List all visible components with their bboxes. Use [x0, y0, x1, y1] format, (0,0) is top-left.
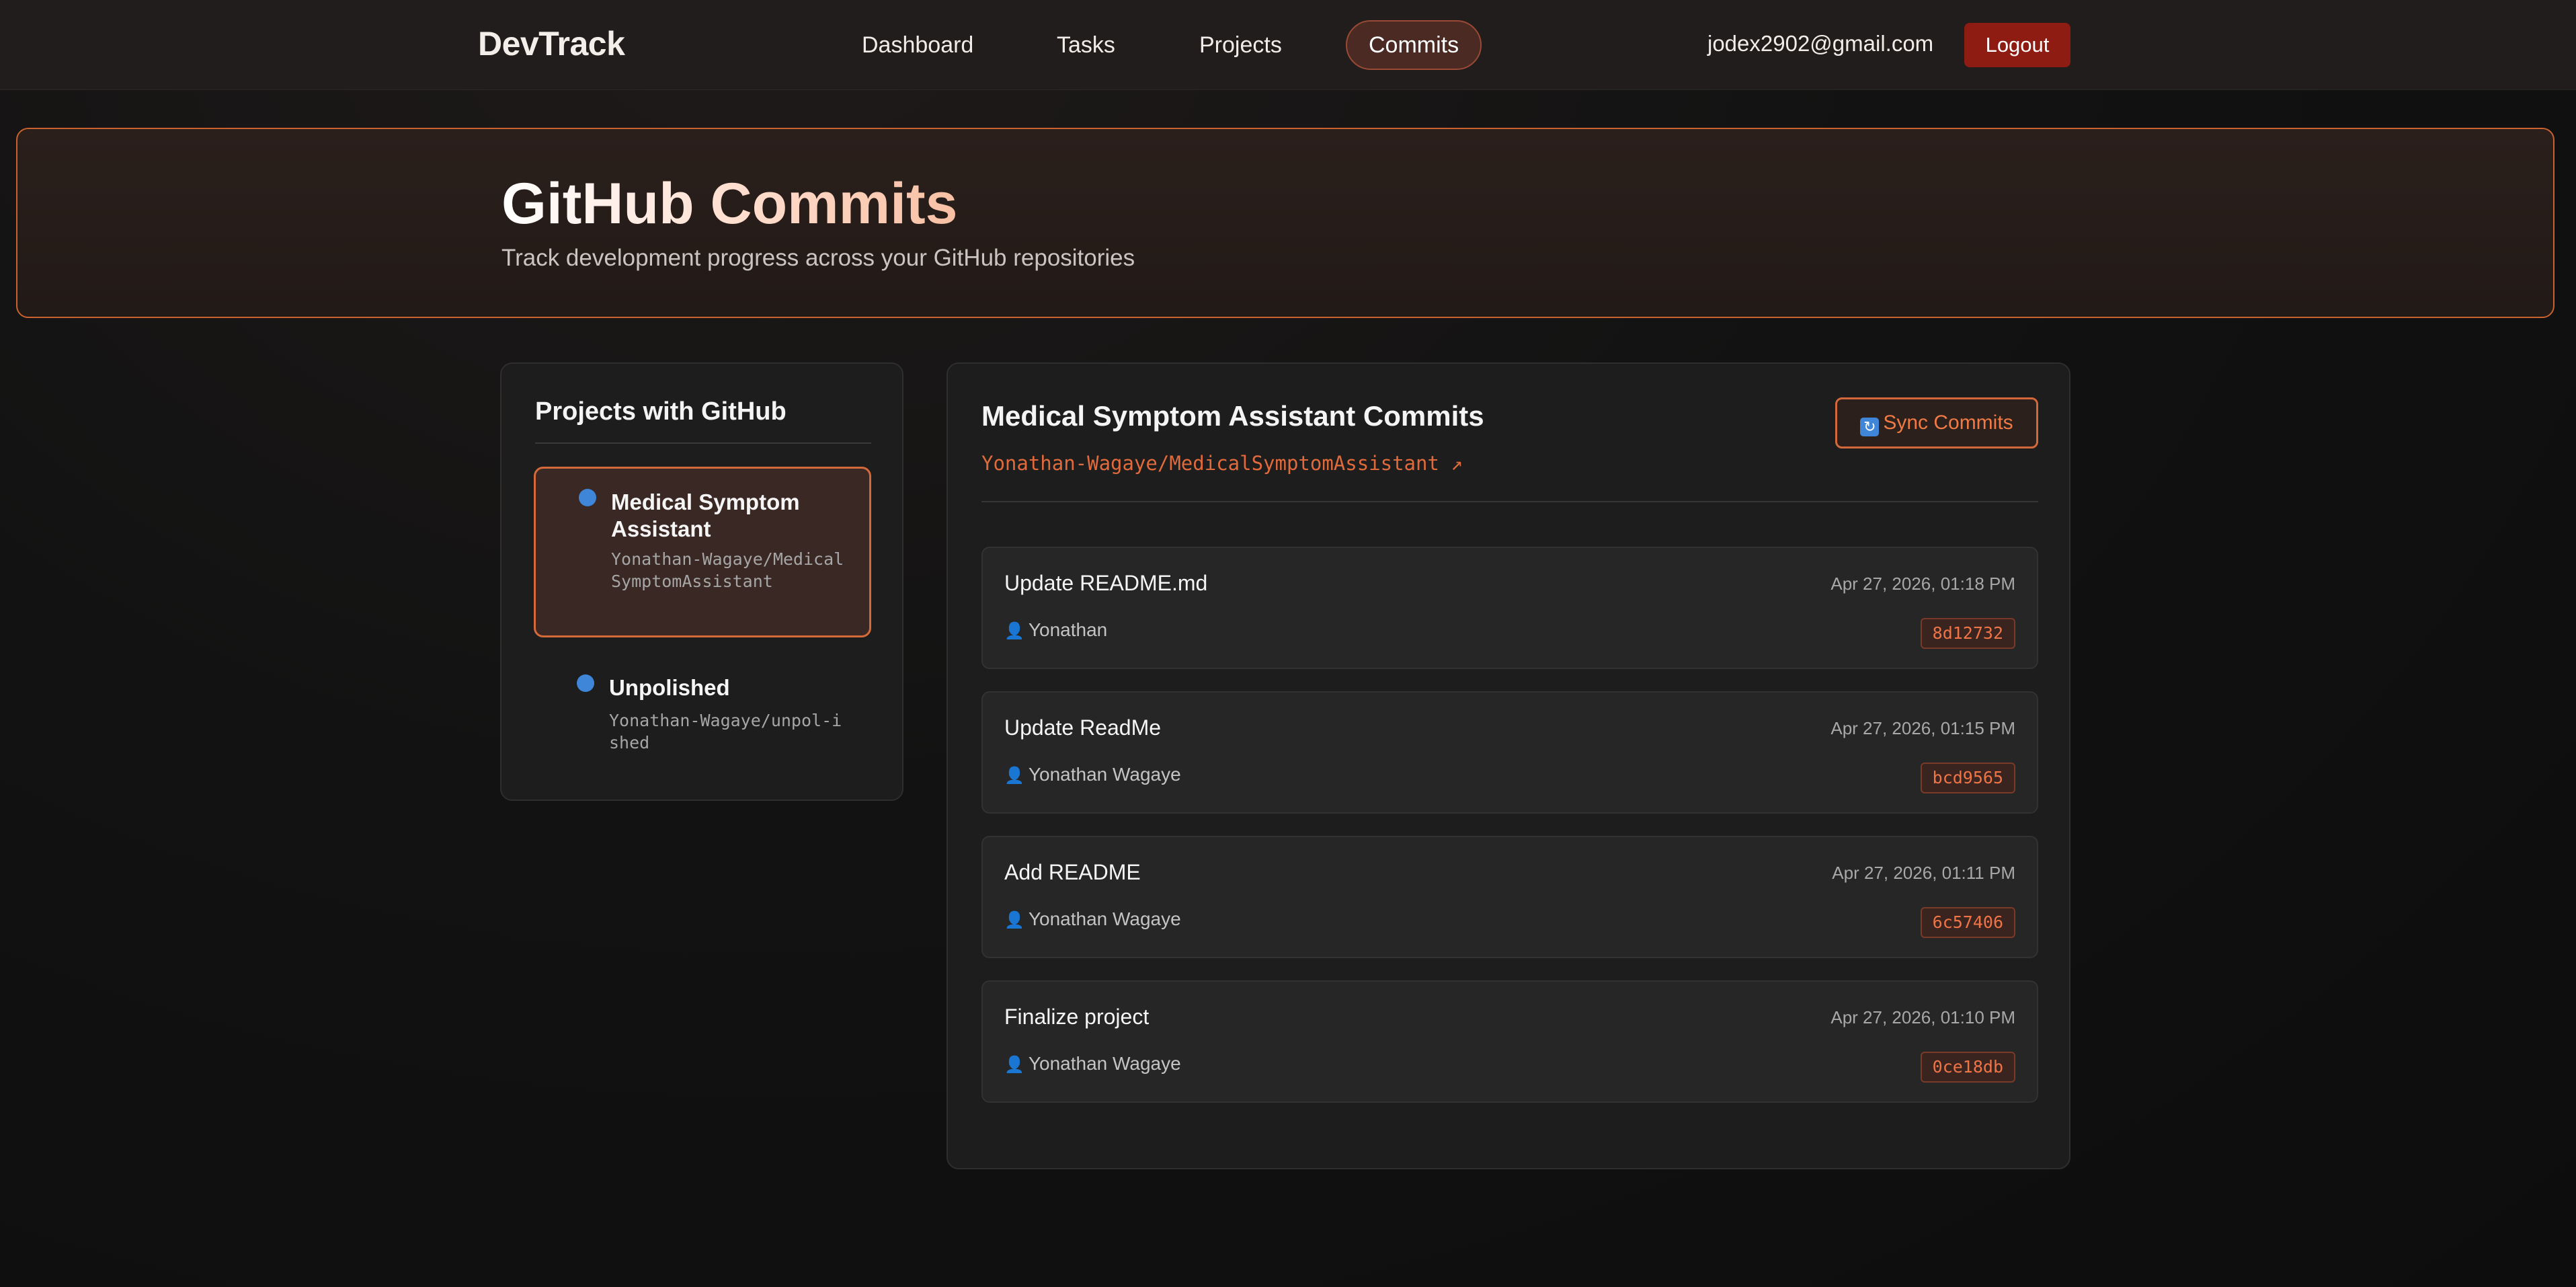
person-icon: 👤	[1004, 767, 1024, 785]
commit-sha-badge: bcd9565	[1920, 763, 2015, 793]
page-title: GitHub Commits	[501, 171, 958, 236]
status-dot-icon	[579, 489, 596, 506]
logout-button[interactable]: Logout	[1964, 23, 2070, 67]
commit-card[interactable]: Add README Apr 27, 2026, 01:11 PM 👤 Yonat…	[981, 836, 2038, 958]
page-header: GitHub Commits Track development progres…	[16, 128, 2554, 318]
project-item-medical-symptom-assistant[interactable]: Medical Symptom Assistant Yonathan-Wagay…	[534, 467, 871, 637]
commit-sha-badge: 8d12732	[1920, 618, 2015, 649]
commit-date: Apr 27, 2026, 01:18 PM	[1830, 574, 2015, 594]
commit-date: Apr 27, 2026, 01:11 PM	[1832, 863, 2015, 883]
person-icon: 👤	[1004, 1056, 1024, 1074]
commit-author-name: Yonathan Wagaye	[1028, 1053, 1181, 1074]
project-repo: Yonathan-Wagaye/unpol-ished	[609, 711, 842, 752]
commit-author: 👤 Yonathan Wagaye	[1004, 1053, 1181, 1075]
divider	[535, 442, 871, 444]
status-dot-icon	[577, 674, 594, 692]
commit-card[interactable]: Update ReadMe Apr 27, 2026, 01:15 PM 👤 Yo…	[981, 691, 2038, 814]
commit-card[interactable]: Update README.md Apr 27, 2026, 01:18 PM …	[981, 547, 2038, 669]
commit-date: Apr 27, 2026, 01:15 PM	[1830, 718, 2015, 738]
divider	[981, 501, 2038, 502]
sync-commits-button[interactable]: ↻ Sync Commits	[1835, 397, 2038, 448]
commit-author: 👤 Yonathan Wagaye	[1004, 908, 1181, 930]
commit-message: Update ReadMe	[1004, 715, 1162, 740]
nav-commits[interactable]: Commits	[1346, 20, 1482, 70]
nav-dashboard[interactable]: Dashboard	[840, 20, 995, 70]
projects-panel: Projects with GitHub Medical Symptom Ass…	[500, 362, 903, 801]
commit-author: 👤 Yonathan Wagaye	[1004, 764, 1181, 785]
nav-tasks[interactable]: Tasks	[1035, 20, 1137, 70]
repo-link[interactable]: Yonathan-Wagaye/MedicalSymptomAssistant …	[981, 452, 1463, 475]
commits-panel-title: Medical Symptom Assistant Commits	[981, 400, 1484, 432]
top-navbar: DevTrack Dashboard Tasks Projects Commit…	[0, 0, 2576, 90]
user-email: jodex2902@gmail.com	[1707, 31, 1934, 56]
person-icon: 👤	[1004, 622, 1024, 640]
commit-author: 👤 Yonathan	[1004, 619, 1107, 641]
commit-sha-badge: 0ce18db	[1920, 1052, 2015, 1083]
sync-icon: ↻	[1860, 418, 1880, 436]
commit-card[interactable]: Finalize project Apr 27, 2026, 01:10 PM …	[981, 980, 2038, 1103]
project-item-unpolished[interactable]: Unpolished Yonathan-Wagaye/unpol-ished	[534, 653, 871, 760]
project-name: Medical Symptom Assistant	[611, 490, 800, 541]
person-icon: 👤	[1004, 911, 1024, 929]
sync-commits-label: Sync Commits	[1883, 412, 2013, 434]
project-name: Unpolished	[609, 675, 730, 700]
commit-message: Add README	[1004, 860, 1141, 884]
commit-author-name: Yonathan Wagaye	[1028, 908, 1181, 929]
commit-date: Apr 27, 2026, 01:10 PM	[1830, 1007, 2015, 1027]
commit-author-name: Yonathan	[1028, 619, 1108, 640]
nav-projects[interactable]: Projects	[1178, 20, 1303, 70]
projects-panel-title: Projects with GitHub	[535, 397, 787, 426]
commit-message: Update README.md	[1004, 571, 1208, 595]
commit-message: Finalize project	[1004, 1005, 1150, 1029]
project-repo: Yonathan-Wagaye/MedicalSymptomAssistant	[611, 549, 844, 591]
brand-logo[interactable]: DevTrack	[478, 24, 625, 63]
commit-author-name: Yonathan Wagaye	[1028, 764, 1181, 785]
page-subtitle: Track development progress across your G…	[501, 245, 1135, 271]
commits-panel: Medical Symptom Assistant Commits Yonath…	[947, 362, 2070, 1169]
commit-sha-badge: 6c57406	[1920, 907, 2015, 938]
